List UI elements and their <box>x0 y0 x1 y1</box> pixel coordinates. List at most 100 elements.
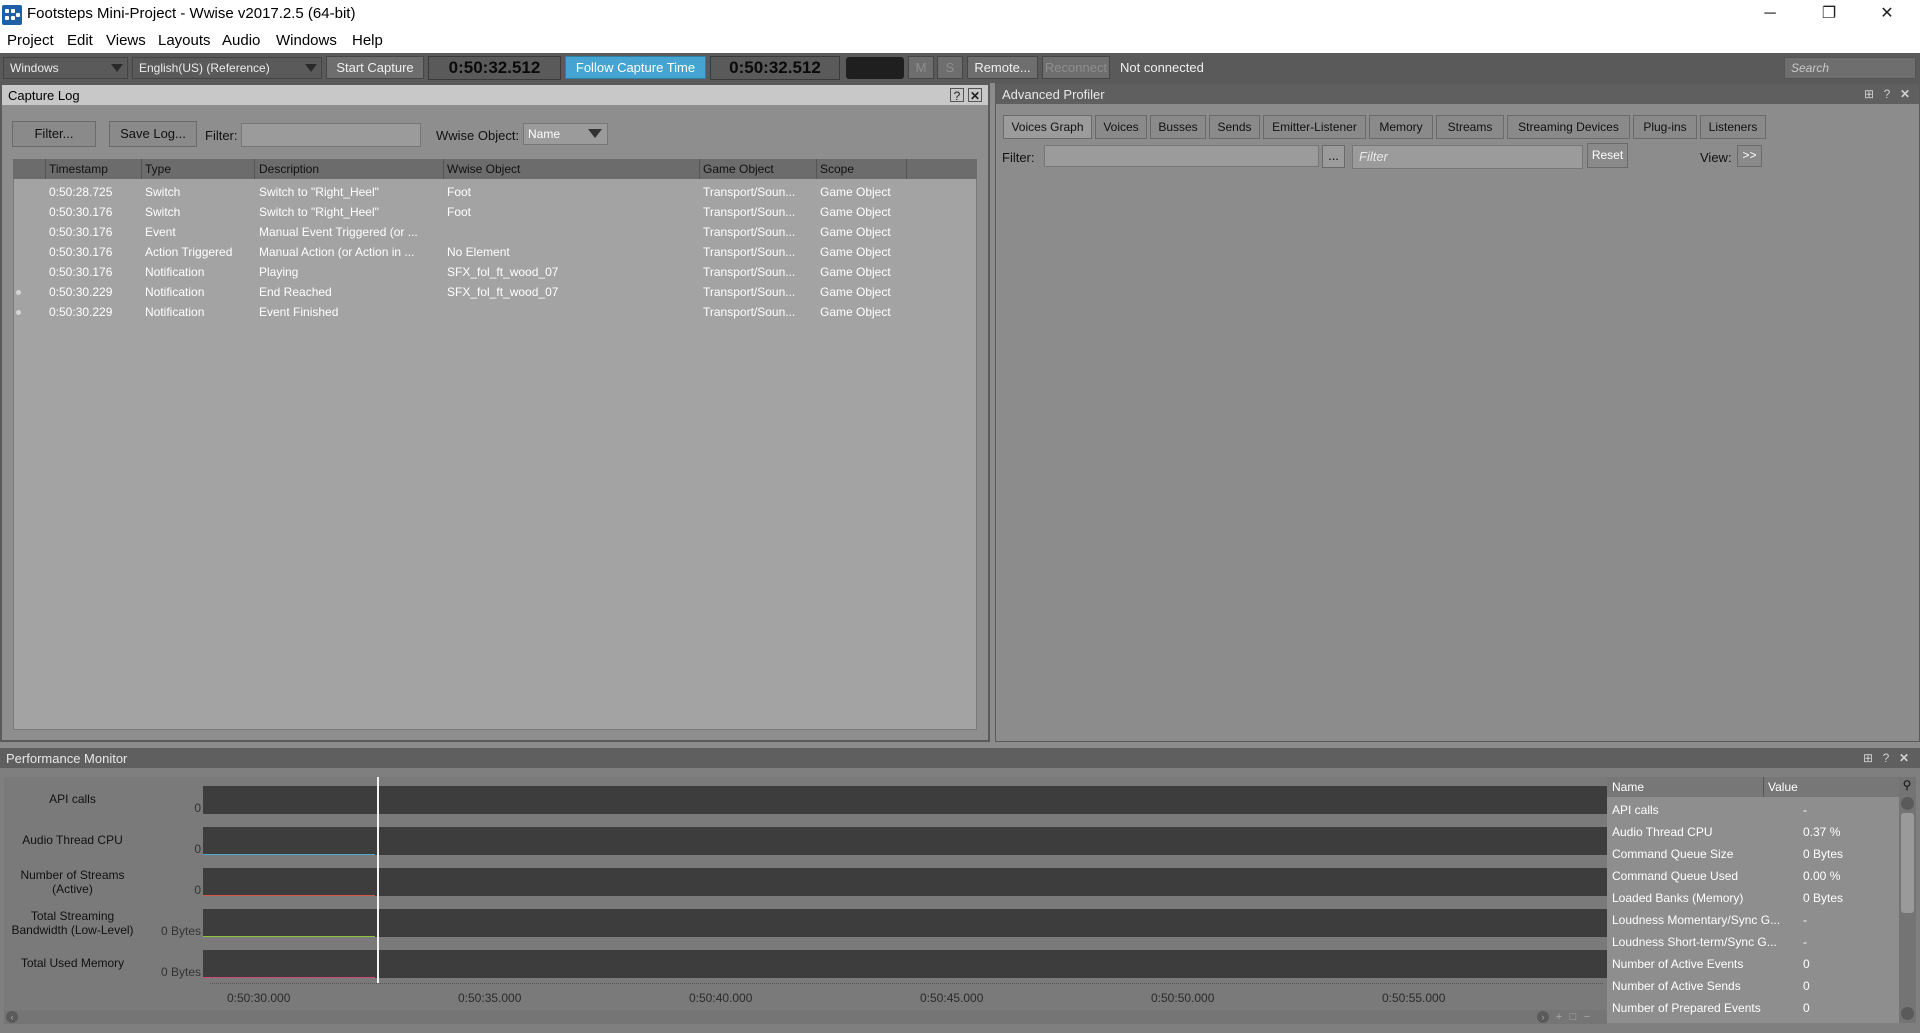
graph-track <box>203 909 1607 937</box>
tab-streams[interactable]: Streams <box>1436 115 1504 139</box>
performance-monitor-header: Performance Monitor ⊞ ? ✕ <box>0 748 1920 768</box>
scroll-right-icon[interactable]: › <box>1537 1011 1549 1023</box>
platform-select[interactable]: Windows <box>3 57 128 79</box>
column-header-scope[interactable]: Scope <box>820 162 854 176</box>
table-row[interactable]: 0:50:30.229 Notification Event Finished Tra… <box>13 302 977 322</box>
stats-row[interactable]: API calls - <box>1607 799 1899 821</box>
table-row[interactable]: 0:50:30.176 Notification Playing SFX_fol_ft… <box>13 262 977 282</box>
help-icon[interactable]: ? <box>950 88 964 103</box>
scroll-down-icon[interactable] <box>1901 1007 1914 1020</box>
follow-capture-time-button[interactable]: Follow Capture Time <box>565 56 706 79</box>
cell-game-object: Transport/Soun... <box>703 305 796 319</box>
column-header-timestamp[interactable]: Timestamp <box>49 162 108 176</box>
stats-row[interactable]: Command Queue Size 0 Bytes <box>1607 843 1899 865</box>
help-icon[interactable]: ? <box>1880 87 1894 101</box>
stat-name: Loaded Banks (Memory) <box>1612 891 1744 905</box>
mute-button[interactable]: M <box>908 56 934 79</box>
stats-column-name[interactable]: Name <box>1612 780 1644 794</box>
horizontal-scrollbar[interactable]: ‹ › + □ − <box>4 1010 1607 1024</box>
restore-button[interactable]: ❐ <box>1806 0 1852 30</box>
tab-voices-graph[interactable]: Voices Graph <box>1003 115 1092 139</box>
stats-scrollbar[interactable]: ⚲ <box>1899 777 1916 1023</box>
capture-time-display: 0:50:32.512 <box>428 56 561 80</box>
close-icon[interactable]: ✕ <box>968 88 982 103</box>
layout-grid-icon[interactable]: ⊞ <box>1861 751 1875 765</box>
wwise-object-select[interactable]: Name <box>523 123 608 145</box>
minimize-button[interactable]: ─ <box>1747 0 1793 30</box>
close-icon[interactable]: ✕ <box>1897 751 1911 765</box>
help-icon[interactable]: ? <box>1879 751 1893 765</box>
menu-views[interactable]: Views <box>106 32 146 49</box>
zoom-out-icon[interactable]: − <box>1581 1011 1593 1023</box>
filter-button[interactable]: Filter... <box>12 121 96 147</box>
table-row[interactable]: 0:50:30.176 Action Triggered Manual Action… <box>13 242 977 262</box>
tab-busses[interactable]: Busses <box>1150 115 1206 139</box>
scroll-up-icon[interactable] <box>1901 797 1914 810</box>
time-cursor[interactable] <box>377 777 379 983</box>
scroll-left-icon[interactable]: ‹ <box>6 1011 18 1023</box>
tab-voices[interactable]: Voices <box>1095 115 1147 139</box>
remote-button[interactable]: Remote... <box>967 56 1038 79</box>
browse-button[interactable]: ... <box>1322 145 1345 168</box>
menu-edit[interactable]: Edit <box>67 32 93 49</box>
cell-timestamp: 0:50:30.176 <box>49 245 113 259</box>
table-row[interactable]: 0:50:30.176 Switch Switch to "Right_Heel" F… <box>13 202 977 222</box>
profiler-name-filter-input[interactable]: Filter <box>1352 145 1583 169</box>
tab-emitter-listener[interactable]: Emitter-Listener <box>1263 115 1366 139</box>
reconnect-button[interactable]: Reconnect <box>1042 56 1110 79</box>
cell-description: Switch to "Right_Heel" <box>259 205 379 219</box>
wwise-app-icon <box>2 5 22 25</box>
language-select[interactable]: English(US) (Reference) <box>132 57 322 79</box>
tab-plug-ins[interactable]: Plug-ins <box>1633 115 1697 139</box>
close-icon[interactable]: ✕ <box>1898 87 1912 101</box>
profiler-filter-input[interactable] <box>1044 145 1319 167</box>
column-header-type[interactable]: Type <box>145 162 171 176</box>
search-icon[interactable]: ⚲ <box>1900 778 1914 792</box>
stats-row[interactable]: Loudness Momentary/Sync G... - <box>1607 909 1899 931</box>
menu-project[interactable]: Project <box>7 32 54 49</box>
stats-column-value[interactable]: Value <box>1768 780 1798 794</box>
save-log-button[interactable]: Save Log... <box>109 121 197 147</box>
column-header-description[interactable]: Description <box>259 162 319 176</box>
cell-game-object: Transport/Soun... <box>703 285 796 299</box>
reset-button[interactable]: Reset <box>1587 143 1628 168</box>
graph-zero-label: 0 Bytes <box>160 924 201 938</box>
stat-name: Number of Active Events <box>1612 957 1744 971</box>
stats-row[interactable]: Number of Active Events 0 <box>1607 953 1899 975</box>
cell-description: Playing <box>259 265 299 279</box>
graph-series-line <box>203 854 375 855</box>
tab-memory[interactable]: Memory <box>1369 115 1433 139</box>
stats-row[interactable]: Loaded Banks (Memory) 0 Bytes <box>1607 887 1899 909</box>
table-row[interactable]: 0:50:28.725 Switch Switch to "Right_Heel" F… <box>13 182 977 202</box>
start-capture-button[interactable]: Start Capture <box>326 56 424 79</box>
menu-layouts[interactable]: Layouts <box>158 32 211 49</box>
stats-row[interactable]: Number of Prepared Events 0 <box>1607 997 1899 1019</box>
view-expand-button[interactable]: >> <box>1737 145 1762 167</box>
zoom-fit-icon[interactable]: □ <box>1567 1011 1579 1023</box>
time-axis-label: 0:50:45.000 <box>920 991 984 1005</box>
column-header-wwise-object[interactable]: Wwise Object <box>447 162 520 176</box>
tab-sends[interactable]: Sends <box>1209 115 1260 139</box>
table-row[interactable]: 0:50:30.176 Event Manual Event Triggered (… <box>13 222 977 242</box>
capture-filter-input[interactable] <box>241 123 421 147</box>
stats-row[interactable]: Loudness Short-term/Sync G... - <box>1607 931 1899 953</box>
capture-log-title: Capture Log <box>8 88 80 103</box>
column-header-game-object[interactable]: Game Object <box>703 162 774 176</box>
search-input[interactable]: Search <box>1784 57 1916 79</box>
scrollbar-thumb[interactable] <box>1901 813 1914 913</box>
solo-button[interactable]: S <box>937 56 963 79</box>
close-window-button[interactable]: ✕ <box>1864 0 1910 30</box>
stats-row[interactable]: Audio Thread CPU 0.37 % <box>1607 821 1899 843</box>
layout-grid-icon[interactable]: ⊞ <box>1862 87 1876 101</box>
table-row[interactable]: 0:50:30.229 Notification End Reached SFX_fo… <box>13 282 977 302</box>
zoom-in-icon[interactable]: + <box>1553 1011 1565 1023</box>
stats-row[interactable]: Command Queue Used 0.00 % <box>1607 865 1899 887</box>
menu-windows[interactable]: Windows <box>276 32 337 49</box>
tab-listeners[interactable]: Listeners <box>1700 115 1766 139</box>
tab-streaming-devices[interactable]: Streaming Devices <box>1507 115 1630 139</box>
menu-help[interactable]: Help <box>352 32 383 49</box>
cell-wwise-object: SFX_fol_ft_wood_07 <box>447 265 559 279</box>
cell-scope: Game Object <box>820 305 891 319</box>
stats-row[interactable]: Number of Active Sends 0 <box>1607 975 1899 997</box>
menu-audio[interactable]: Audio <box>222 32 260 49</box>
